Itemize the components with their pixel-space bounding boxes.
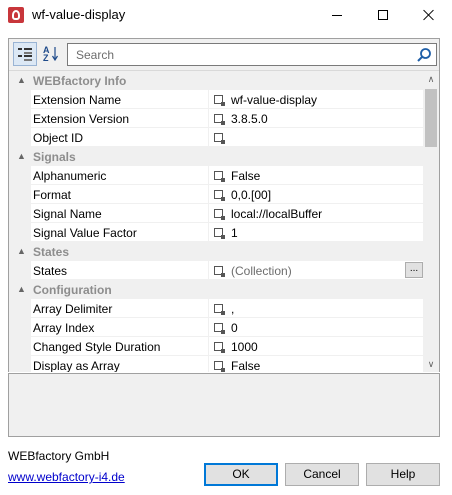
- property-value[interactable]: 0,0.[00]: [231, 188, 411, 202]
- property-name: Object ID: [33, 131, 84, 145]
- search-box: [67, 43, 437, 66]
- scroll-up-icon[interactable]: ∧: [423, 71, 439, 88]
- category-label: WEBfactory Info: [33, 74, 127, 88]
- maximize-icon: [378, 10, 388, 20]
- category-label: Configuration: [33, 283, 112, 297]
- category-label: Signals: [33, 150, 76, 164]
- search-input[interactable]: [68, 44, 408, 65]
- property-value[interactable]: (Collection): [231, 264, 411, 278]
- minimize-button[interactable]: [314, 0, 360, 30]
- property-row-array-delimiter[interactable]: Array Delimiter ,: [9, 299, 423, 318]
- ok-button[interactable]: OK: [204, 463, 278, 486]
- cancel-button[interactable]: Cancel: [285, 463, 359, 486]
- property-value[interactable]: wf-value-display: [231, 93, 411, 107]
- minimize-icon: [332, 14, 342, 16]
- binding-icon[interactable]: [214, 190, 225, 201]
- property-value[interactable]: 0: [231, 321, 411, 335]
- binding-icon[interactable]: [214, 342, 225, 353]
- property-value[interactable]: False: [231, 169, 411, 183]
- property-row-extension-version[interactable]: Extension Version 3.8.5.0: [9, 109, 423, 128]
- collapse-icon[interactable]: ▲: [17, 151, 26, 161]
- property-name: Display as Array: [33, 359, 120, 372]
- binding-icon[interactable]: [214, 228, 225, 239]
- property-row-changed-style-duration[interactable]: Changed Style Duration 1000: [9, 337, 423, 356]
- binding-icon[interactable]: [214, 133, 225, 144]
- property-value[interactable]: 1: [231, 226, 411, 240]
- property-row-signal-value-factor[interactable]: Signal Value Factor 1: [9, 223, 423, 242]
- binding-icon[interactable]: [214, 114, 225, 125]
- property-name: Signal Value Factor: [33, 226, 137, 240]
- scrollbar-thumb[interactable]: [425, 89, 437, 147]
- binding-icon[interactable]: [214, 323, 225, 334]
- property-value[interactable]: ,: [231, 302, 411, 316]
- category-label: States: [33, 245, 70, 259]
- maximize-button[interactable]: [360, 0, 406, 30]
- categorized-view-button[interactable]: [13, 42, 37, 66]
- binding-icon[interactable]: [214, 266, 225, 277]
- binding-icon[interactable]: [214, 95, 225, 106]
- vertical-scrollbar[interactable]: ∧ ∨: [423, 71, 439, 372]
- category-states[interactable]: ▲ States: [9, 242, 423, 261]
- property-row-alphanumeric[interactable]: Alphanumeric False: [9, 166, 423, 185]
- website-link[interactable]: www.webfactory-i4.de: [8, 470, 125, 484]
- collapse-icon[interactable]: ▲: [17, 246, 26, 256]
- property-value[interactable]: False: [231, 359, 411, 372]
- property-name: Format: [33, 188, 72, 202]
- property-name: Alphanumeric: [33, 169, 107, 183]
- category-signals[interactable]: ▲ Signals: [9, 147, 423, 166]
- property-name: States: [33, 264, 68, 278]
- property-name: Signal Name: [33, 207, 102, 221]
- alphabetical-sort-button[interactable]: A Z: [39, 42, 63, 66]
- property-grid-panel: A Z ▲ WEBfactory Info Extension Name wf-…: [8, 38, 440, 372]
- property-name: Changed Style Duration: [33, 340, 161, 354]
- window-title: wf-value-display: [32, 7, 126, 22]
- category-configuration[interactable]: ▲ Configuration: [9, 280, 423, 299]
- property-row-object-id[interactable]: Object ID: [9, 128, 423, 147]
- binding-icon[interactable]: [214, 209, 225, 220]
- search-icon[interactable]: [416, 47, 432, 63]
- property-name: Extension Name: [33, 93, 122, 107]
- property-row-states[interactable]: States (Collection) ...: [9, 261, 423, 280]
- category-webfactory-info[interactable]: ▲ WEBfactory Info: [9, 71, 423, 90]
- property-description-panel: [8, 373, 440, 437]
- property-row-extension-name[interactable]: Extension Name wf-value-display: [9, 90, 423, 109]
- binding-icon[interactable]: [214, 171, 225, 182]
- property-name: Array Index: [33, 321, 95, 335]
- help-button[interactable]: Help: [366, 463, 440, 486]
- company-name: WEBfactory GmbH: [8, 449, 110, 463]
- collection-editor-button[interactable]: ...: [405, 262, 423, 278]
- property-grid: ▲ WEBfactory Info Extension Name wf-valu…: [9, 70, 439, 372]
- property-name: Extension Version: [33, 112, 130, 126]
- alphabetical-sort-icon: A Z: [43, 46, 59, 63]
- collapse-icon[interactable]: ▲: [17, 75, 26, 85]
- binding-icon[interactable]: [214, 304, 225, 315]
- categorized-view-icon: [18, 47, 32, 61]
- property-row-signal-name[interactable]: Signal Name local://localBuffer: [9, 204, 423, 223]
- close-button[interactable]: [406, 0, 452, 30]
- property-value[interactable]: 1000: [231, 340, 411, 354]
- binding-icon[interactable]: [214, 361, 225, 372]
- webfactory-app-icon: [8, 7, 24, 23]
- property-row-display-as-array[interactable]: Display as Array False: [9, 356, 423, 372]
- property-row-format[interactable]: Format 0,0.[00]: [9, 185, 423, 204]
- property-value[interactable]: 3.8.5.0: [231, 112, 411, 126]
- close-icon: [423, 9, 435, 21]
- property-value[interactable]: local://localBuffer: [231, 207, 411, 221]
- property-name: Array Delimiter: [33, 302, 113, 316]
- property-row-array-index[interactable]: Array Index 0: [9, 318, 423, 337]
- scroll-down-icon[interactable]: ∨: [423, 356, 439, 372]
- collapse-icon[interactable]: ▲: [17, 284, 26, 294]
- title-bar: wf-value-display: [0, 0, 452, 30]
